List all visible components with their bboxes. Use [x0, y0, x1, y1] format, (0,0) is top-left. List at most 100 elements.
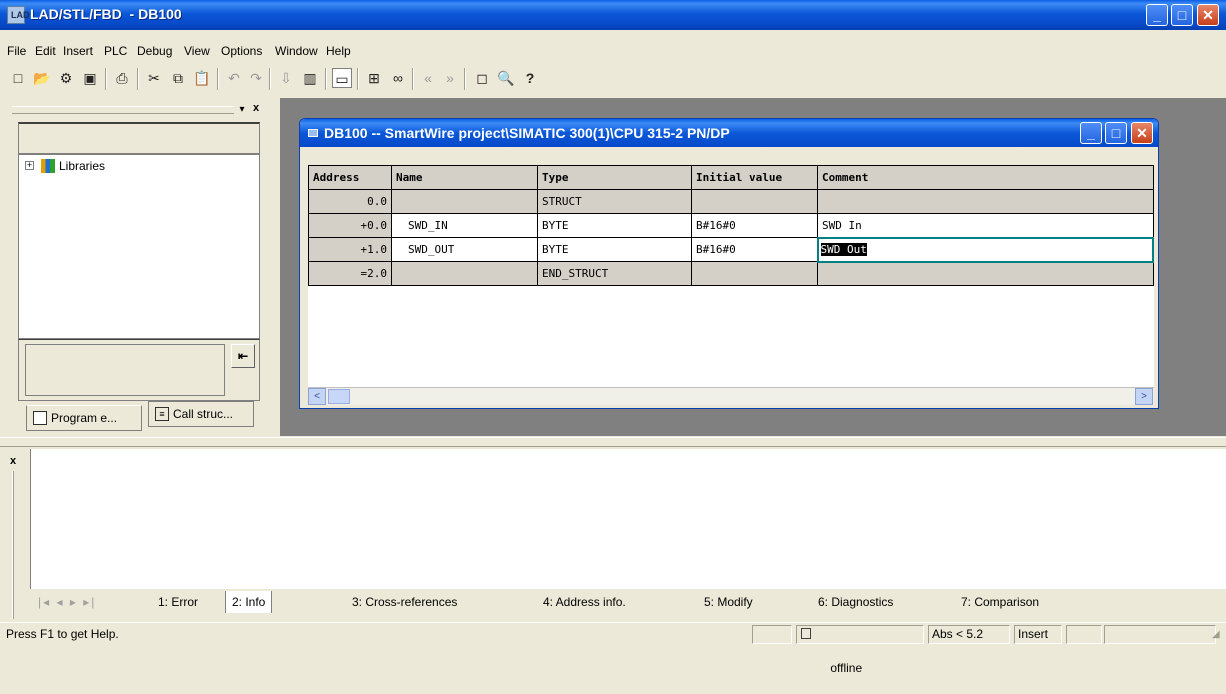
db-editor-title-bar[interactable]: DB100 -- SmartWire project\SIMATIC 300(1…	[300, 119, 1158, 147]
output-close-button[interactable]: x	[10, 455, 16, 467]
maximize-button[interactable]: □	[1171, 4, 1193, 26]
status-connection: offline	[796, 625, 924, 675]
tab-program-elements[interactable]: Program e...	[26, 405, 142, 431]
cell-type[interactable]: END_STRUCT	[537, 261, 692, 286]
nav-arrow-button[interactable]: ⇤	[231, 344, 255, 368]
cell-address: +0.0	[308, 213, 392, 238]
cell-name[interactable]: SWD_OUT	[391, 237, 538, 262]
cell-type[interactable]: BYTE	[537, 237, 692, 262]
status-mode: Insert	[1014, 625, 1062, 644]
output-area[interactable]	[30, 449, 1226, 589]
tab-diagnostics[interactable]: 6: Diagnostics	[818, 593, 893, 613]
col-header-initial-value[interactable]: Initial value	[691, 165, 818, 190]
doc-maximize-button[interactable]: □	[1105, 122, 1127, 144]
selected-text[interactable]: SWD Out	[820, 243, 867, 256]
cell-comment-editing[interactable]: SWD Out	[816, 236, 1154, 263]
menu-options[interactable]: Options	[221, 44, 262, 58]
minimize-button[interactable]: _	[1146, 4, 1168, 26]
app-icon-text: LAD	[11, 10, 30, 20]
tab-comparison[interactable]: 7: Comparison	[961, 593, 1039, 613]
cell-comment[interactable]	[817, 189, 1154, 214]
status-panel-empty	[1066, 625, 1102, 644]
save-icon[interactable]: ▣	[80, 68, 100, 88]
tab-modify[interactable]: 5: Modify	[704, 593, 753, 613]
new-icon[interactable]: □	[8, 68, 28, 88]
tab-call-structure[interactable]: ≡ Call struc...	[148, 401, 254, 427]
view-icon[interactable]: ▭	[332, 68, 352, 88]
open-icon[interactable]: 📂	[32, 68, 52, 88]
online-icon[interactable]: ⊞	[364, 68, 384, 88]
db-editor-title: DB100 -- SmartWire project\SIMATIC 300(1…	[324, 125, 730, 141]
col-header-name[interactable]: Name	[391, 165, 538, 190]
col-header-address[interactable]: Address	[308, 165, 392, 190]
menu-view[interactable]: View	[184, 44, 210, 58]
toolbar-separator	[217, 68, 219, 90]
cell-initial-value[interactable]: B#16#0	[691, 237, 818, 262]
tab-error[interactable]: 1: Error	[158, 593, 198, 613]
pane-header	[18, 122, 260, 154]
expand-icon[interactable]: +	[25, 161, 34, 170]
window-icon[interactable]: ◻	[472, 68, 492, 88]
toolbar-separator	[325, 68, 327, 90]
menu-plc[interactable]: PLC	[104, 44, 127, 58]
print-icon[interactable]: ⎙	[112, 68, 132, 88]
toolbar-separator	[464, 68, 466, 90]
tab-address-info[interactable]: 4: Address info.	[543, 593, 626, 613]
col-header-comment[interactable]: Comment	[817, 165, 1154, 190]
cell-comment[interactable]	[817, 261, 1154, 286]
toolbar-separator	[105, 68, 107, 90]
program-tree[interactable]: + Libraries	[18, 154, 260, 339]
cell-type[interactable]: BYTE	[537, 213, 692, 238]
copy-icon[interactable]: ⧉	[168, 68, 188, 88]
horizontal-scrollbar[interactable]: < >	[308, 387, 1154, 405]
zoom-icon[interactable]: 🔍	[496, 68, 516, 88]
next-icon[interactable]: »	[440, 68, 460, 88]
menu-file[interactable]: File	[7, 44, 26, 58]
doc-minimize-button[interactable]: _	[1080, 122, 1102, 144]
libraries-icon	[41, 159, 55, 173]
doc-close-button[interactable]: ✕	[1131, 122, 1153, 144]
menu-help[interactable]: Help	[326, 44, 351, 58]
cell-initial-value[interactable]: B#16#0	[691, 213, 818, 238]
menu-debug[interactable]: Debug	[137, 44, 172, 58]
download-icon[interactable]: ⇩	[276, 68, 296, 88]
menu-window[interactable]: Window	[275, 44, 318, 58]
cell-comment[interactable]: SWD In	[817, 213, 1154, 238]
resize-grip-icon[interactable]: ◢	[1212, 629, 1220, 640]
cut-icon[interactable]: ✂	[144, 68, 164, 88]
undo-icon[interactable]: ↶	[224, 68, 244, 88]
menu-edit[interactable]: Edit	[35, 44, 56, 58]
network-icon[interactable]: ⚙	[56, 68, 76, 88]
tab-nav-arrows[interactable]: |◂ ◂ ▸ ▸|	[38, 593, 96, 613]
pane-close-button[interactable]: x	[250, 102, 262, 114]
paste-icon[interactable]: 📋	[192, 68, 212, 88]
pane-splitter[interactable]	[0, 437, 1226, 447]
previous-icon[interactable]: «	[418, 68, 438, 88]
table-header-row: Address Name Type Initial value Comment	[308, 165, 1154, 190]
toolbar: □ 📂 ⚙ ▣ ⎙ ✂ ⧉ 📋 ↶ ↷ ⇩ ▥ ▭ ⊞ ∞ « » ◻ 🔍 ?	[0, 64, 700, 94]
program-elements-icon	[33, 411, 47, 425]
cell-name	[391, 261, 538, 286]
glasses-icon[interactable]: ∞	[388, 68, 408, 88]
tab-info[interactable]: 2: Info	[225, 591, 273, 613]
scroll-right-button[interactable]: >	[1135, 388, 1153, 405]
cell-type[interactable]: STRUCT	[537, 189, 692, 214]
monitor-icon[interactable]: ▥	[300, 68, 320, 88]
pane-grip[interactable]	[12, 471, 14, 619]
scroll-left-button[interactable]: <	[308, 388, 326, 405]
menu-insert[interactable]: Insert	[63, 44, 93, 58]
cell-address: 0.0	[308, 189, 392, 214]
pane-restore-icon[interactable]: ▾	[236, 104, 248, 116]
redo-icon[interactable]: ↷	[246, 68, 266, 88]
cell-name[interactable]: SWD_IN	[391, 213, 538, 238]
toolbar-separator	[269, 68, 271, 90]
table-row: +1.0 SWD_OUT BYTE B#16#0 SWD Out	[308, 236, 1154, 263]
scroll-thumb[interactable]	[328, 389, 350, 404]
tree-item-libraries[interactable]: Libraries	[59, 159, 105, 173]
title-bar[interactable]: LAD LAD/STL/FBD - DB100 _ □ ✕	[0, 0, 1226, 30]
tab-cross-references[interactable]: 3: Cross-references	[352, 593, 457, 613]
help-icon[interactable]: ?	[520, 68, 540, 88]
col-header-type[interactable]: Type	[537, 165, 692, 190]
close-button[interactable]: ✕	[1197, 4, 1219, 26]
pane-grip[interactable]	[12, 106, 234, 114]
